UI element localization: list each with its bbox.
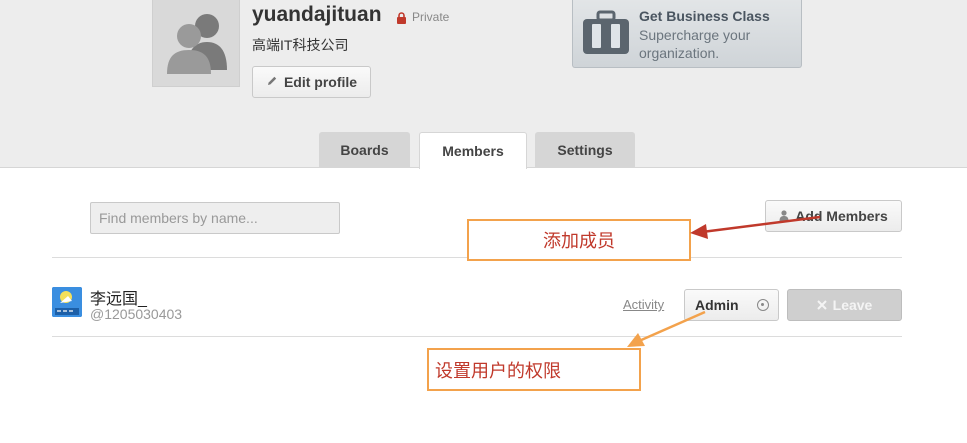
annotation-permission: 设置用户的权限: [427, 348, 641, 391]
person-icon: [779, 208, 789, 224]
business-class-subtitle: Supercharge your organization.: [639, 27, 751, 61]
org-avatar: [152, 0, 240, 87]
annotation-add-member-text: 添加成员: [543, 231, 615, 252]
add-members-label: Add Members: [795, 208, 888, 224]
privacy-indicator: Private: [396, 10, 449, 24]
edit-profile-button[interactable]: Edit profile: [252, 66, 371, 98]
tab-members[interactable]: Members: [419, 132, 527, 169]
divider: [52, 336, 902, 337]
business-class-title: Get Business Class: [639, 8, 770, 24]
tab-settings[interactable]: Settings: [535, 132, 635, 168]
annotation-add-member: 添加成员: [467, 219, 691, 261]
annotation-permission-text: 设置用户的权限: [435, 360, 561, 382]
chevron-circle-icon: [757, 299, 769, 311]
leave-button[interactable]: Leave: [787, 289, 902, 321]
member-activity-link[interactable]: Activity: [623, 297, 664, 312]
member-role-select[interactable]: Admin: [684, 289, 779, 321]
tab-boards[interactable]: Boards: [319, 132, 410, 168]
member-handle: @1205030403: [90, 306, 183, 322]
privacy-label: Private: [412, 10, 450, 24]
edit-profile-label: Edit profile: [283, 74, 358, 90]
user-silhouette-icon: [167, 14, 227, 74]
org-name: yuandajituan: [252, 3, 382, 26]
org-description: 高端IT科技公司: [252, 37, 349, 53]
annotation-arrowhead-add-member: [690, 224, 708, 239]
lock-icon: [396, 11, 407, 24]
member-search-input[interactable]: [90, 202, 340, 234]
briefcase-icon: [582, 10, 630, 61]
business-class-promo[interactable]: Get Business Class Supercharge your orga…: [572, 0, 802, 68]
add-members-button[interactable]: Add Members: [765, 200, 902, 232]
close-icon: [816, 297, 827, 313]
leave-label: Leave: [832, 297, 873, 313]
member-role-value: Admin: [695, 297, 739, 313]
pencil-icon: [266, 74, 278, 90]
member-avatar[interactable]: [52, 287, 82, 317]
